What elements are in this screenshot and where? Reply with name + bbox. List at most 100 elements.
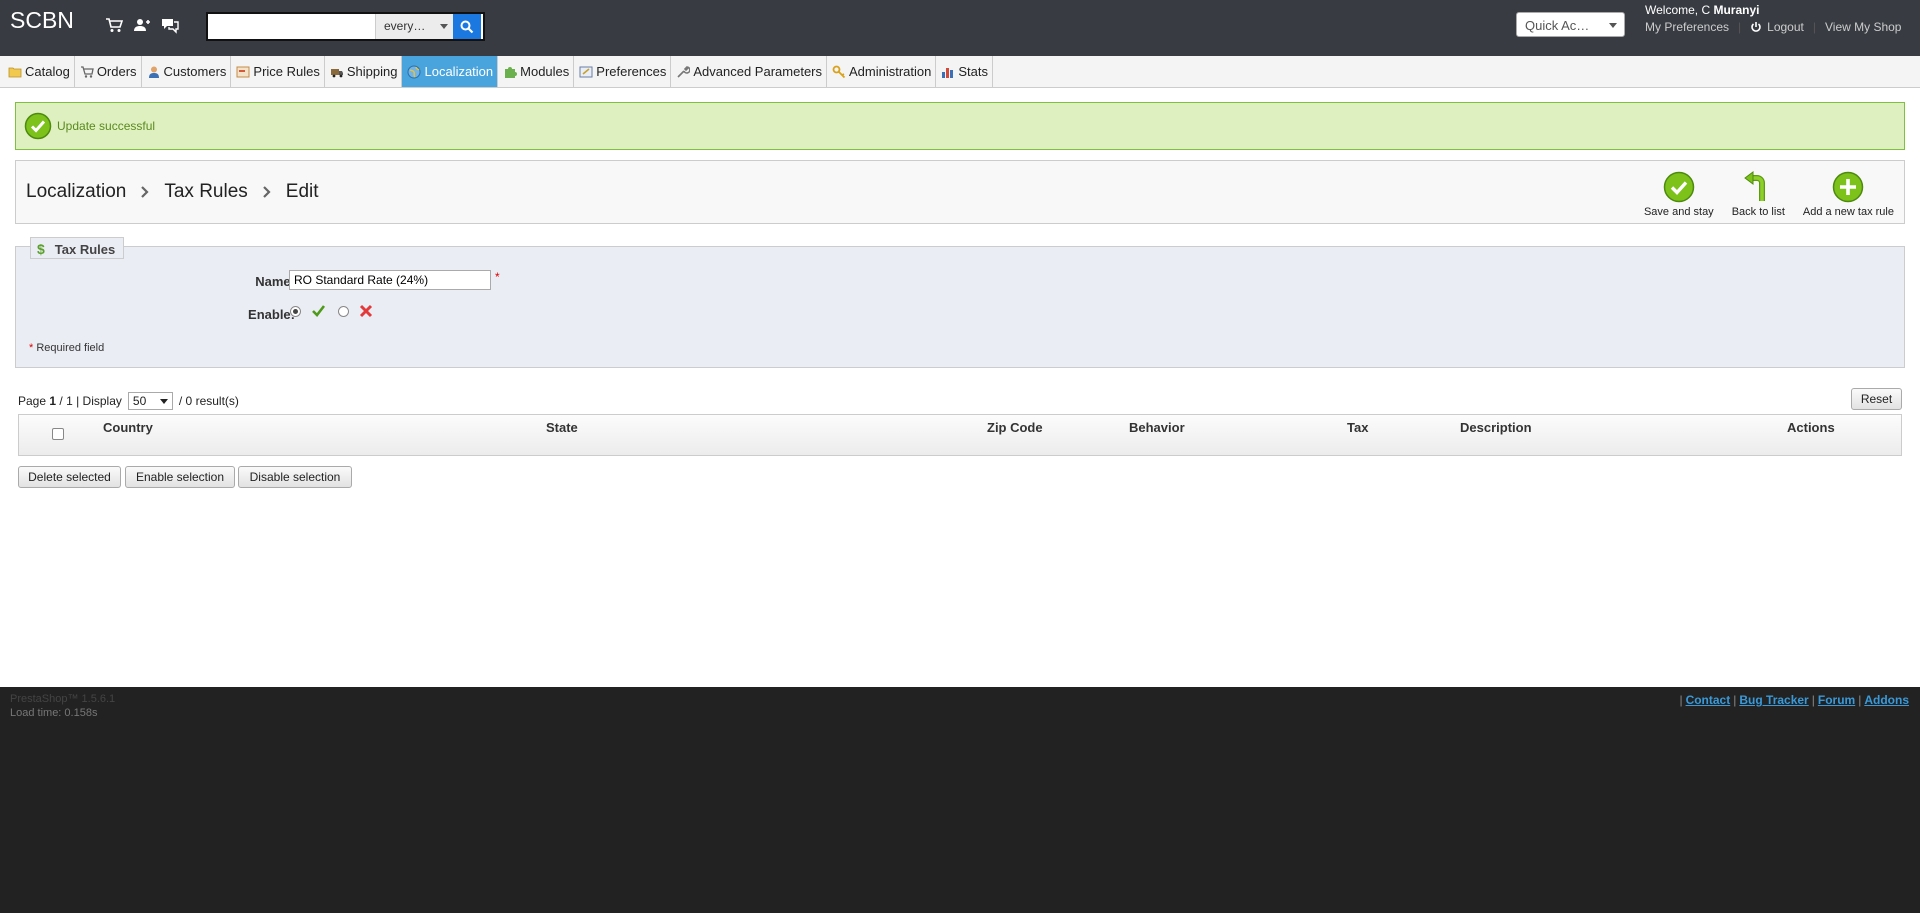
quick-access-value: Quick Ac…: [1525, 18, 1590, 33]
footer-links: | Contact | Bug Tracker | Forum | Addons: [1676, 693, 1909, 707]
select-all-checkbox[interactable]: [52, 428, 64, 440]
version-text: PrestaShop™ 1.5.6.1: [10, 693, 116, 705]
page-toolbar: Localization Tax Rules Edit Save and sta…: [15, 160, 1905, 224]
back-to-list-button[interactable]: Back to list: [1732, 171, 1785, 218]
column-behavior[interactable]: Behavior: [1129, 420, 1185, 435]
contact-link[interactable]: Contact: [1686, 693, 1731, 707]
required-marker: *: [29, 342, 34, 354]
column-country[interactable]: Country: [103, 420, 153, 435]
link-separator: |: [1858, 693, 1862, 707]
breadcrumb-localization[interactable]: Localization: [26, 181, 126, 203]
tab-label: Advanced Parameters: [693, 64, 822, 79]
welcome-prefix: Welcome, C: [1645, 3, 1711, 17]
required-marker: *: [495, 270, 500, 284]
save-and-stay-button[interactable]: Save and stay: [1644, 171, 1714, 218]
employee-name: Muranyi: [1713, 3, 1760, 17]
view-my-shop-link[interactable]: View My Shop: [1825, 20, 1901, 34]
header-links: My Preferences | Logout | View My Shop: [1645, 20, 1901, 34]
top-header: SCBN every… Quick Ac… Welcome, C Muranyi…: [0, 0, 1920, 56]
search-scope-select[interactable]: every…: [375, 14, 453, 39]
key-icon: [832, 65, 846, 79]
chevron-right-icon: [141, 186, 149, 198]
tab-orders[interactable]: Orders: [75, 56, 142, 87]
check-circle-icon: [24, 112, 52, 140]
required-field-text: Required field: [36, 342, 105, 354]
messages-icon[interactable]: [161, 16, 179, 34]
quick-access-select[interactable]: Quick Ac…: [1516, 12, 1625, 37]
addons-link[interactable]: Addons: [1864, 693, 1909, 707]
tab-advanced-parameters[interactable]: Advanced Parameters: [671, 56, 827, 87]
chevron-down-icon: [440, 24, 448, 29]
tab-shipping[interactable]: Shipping: [325, 56, 403, 87]
tab-label: Stats: [958, 64, 988, 79]
tab-label: Modules: [520, 64, 570, 79]
tab-label: Localization: [424, 64, 494, 79]
link-separator: |: [1738, 20, 1742, 34]
chevron-down-icon: [159, 399, 168, 404]
tab-label: Shipping: [346, 64, 398, 79]
price-tag-icon: [236, 65, 250, 79]
column-zip-code[interactable]: Zip Code: [987, 420, 1043, 435]
footer: PrestaShop™ 1.5.6.1 Load time: 0.158s | …: [0, 687, 1920, 913]
enable-no-radio[interactable]: [338, 306, 349, 317]
save-and-stay-label: Save and stay: [1643, 206, 1714, 218]
tab-modules[interactable]: Modules: [498, 56, 575, 87]
enable-label: Enable:: [248, 307, 295, 322]
column-state[interactable]: State: [546, 420, 578, 435]
name-input[interactable]: [289, 270, 491, 290]
cart-icon[interactable]: [105, 16, 123, 34]
my-preferences-link[interactable]: My Preferences: [1645, 20, 1729, 34]
disable-selection-button[interactable]: Disable selection: [238, 466, 352, 488]
plus-circle-icon: [1833, 171, 1864, 203]
tab-label: Customers: [163, 64, 227, 79]
customers-icon[interactable]: [133, 16, 151, 34]
fieldset-legend: $ Tax Rules: [30, 237, 125, 259]
display-label: | Display: [76, 394, 122, 408]
tab-catalog[interactable]: Catalog: [3, 56, 75, 87]
search-input[interactable]: [208, 14, 375, 39]
page-label: Page: [18, 394, 47, 408]
globe-icon: [407, 65, 421, 79]
logout-link[interactable]: Logout: [1767, 20, 1804, 34]
shop-brand[interactable]: SCBN: [10, 7, 74, 34]
reset-button[interactable]: Reset: [1851, 388, 1902, 410]
link-separator: |: [1733, 693, 1737, 707]
bug-tracker-link[interactable]: Bug Tracker: [1739, 693, 1808, 707]
add-new-tax-rule-button[interactable]: Add a new tax rule: [1803, 171, 1894, 218]
delete-selected-button[interactable]: Delete selected: [18, 466, 121, 488]
tab-administration[interactable]: Administration: [827, 56, 937, 87]
tab-label: Administration: [849, 64, 932, 79]
per-page-select[interactable]: 50: [127, 392, 173, 410]
truck-icon: [330, 65, 344, 79]
folder-icon: [8, 65, 22, 79]
tab-preferences[interactable]: Preferences: [574, 56, 672, 87]
header-quick-icons: [105, 16, 179, 34]
cross-icon: [359, 304, 373, 318]
tab-price-rules[interactable]: Price Rules: [231, 56, 325, 87]
breadcrumb-edit: Edit: [285, 181, 319, 202]
success-alert: Update successful: [15, 102, 1905, 150]
column-description[interactable]: Description: [1460, 420, 1532, 435]
search-button[interactable]: [453, 14, 481, 39]
power-icon: [1751, 22, 1761, 32]
welcome-text: Welcome, C Muranyi: [1645, 3, 1760, 17]
enable-yes-radio[interactable]: [290, 306, 301, 317]
tab-stats[interactable]: Stats: [936, 56, 993, 87]
tab-customers[interactable]: Customers: [142, 56, 232, 87]
breadcrumb-tax-rules[interactable]: Tax Rules: [164, 181, 247, 203]
add-new-tax-rule-label: Add a new tax rule: [1802, 206, 1894, 218]
enable-selection-button[interactable]: Enable selection: [125, 466, 235, 488]
forum-link[interactable]: Forum: [1818, 693, 1855, 707]
chevron-right-icon: [262, 186, 271, 198]
tab-localization[interactable]: Localization: [402, 56, 499, 87]
success-message: Update successful: [57, 119, 156, 133]
tab-label: Price Rules: [253, 64, 320, 79]
column-tax[interactable]: Tax: [1347, 420, 1368, 435]
tab-label: Catalog: [25, 64, 70, 79]
link-separator: |: [1811, 693, 1815, 707]
search-bar: every…: [206, 12, 485, 41]
back-arrow-icon: [1744, 171, 1766, 201]
link-separator: |: [1812, 20, 1816, 34]
cart-icon: [80, 65, 94, 79]
chevron-down-icon: [1609, 23, 1617, 28]
